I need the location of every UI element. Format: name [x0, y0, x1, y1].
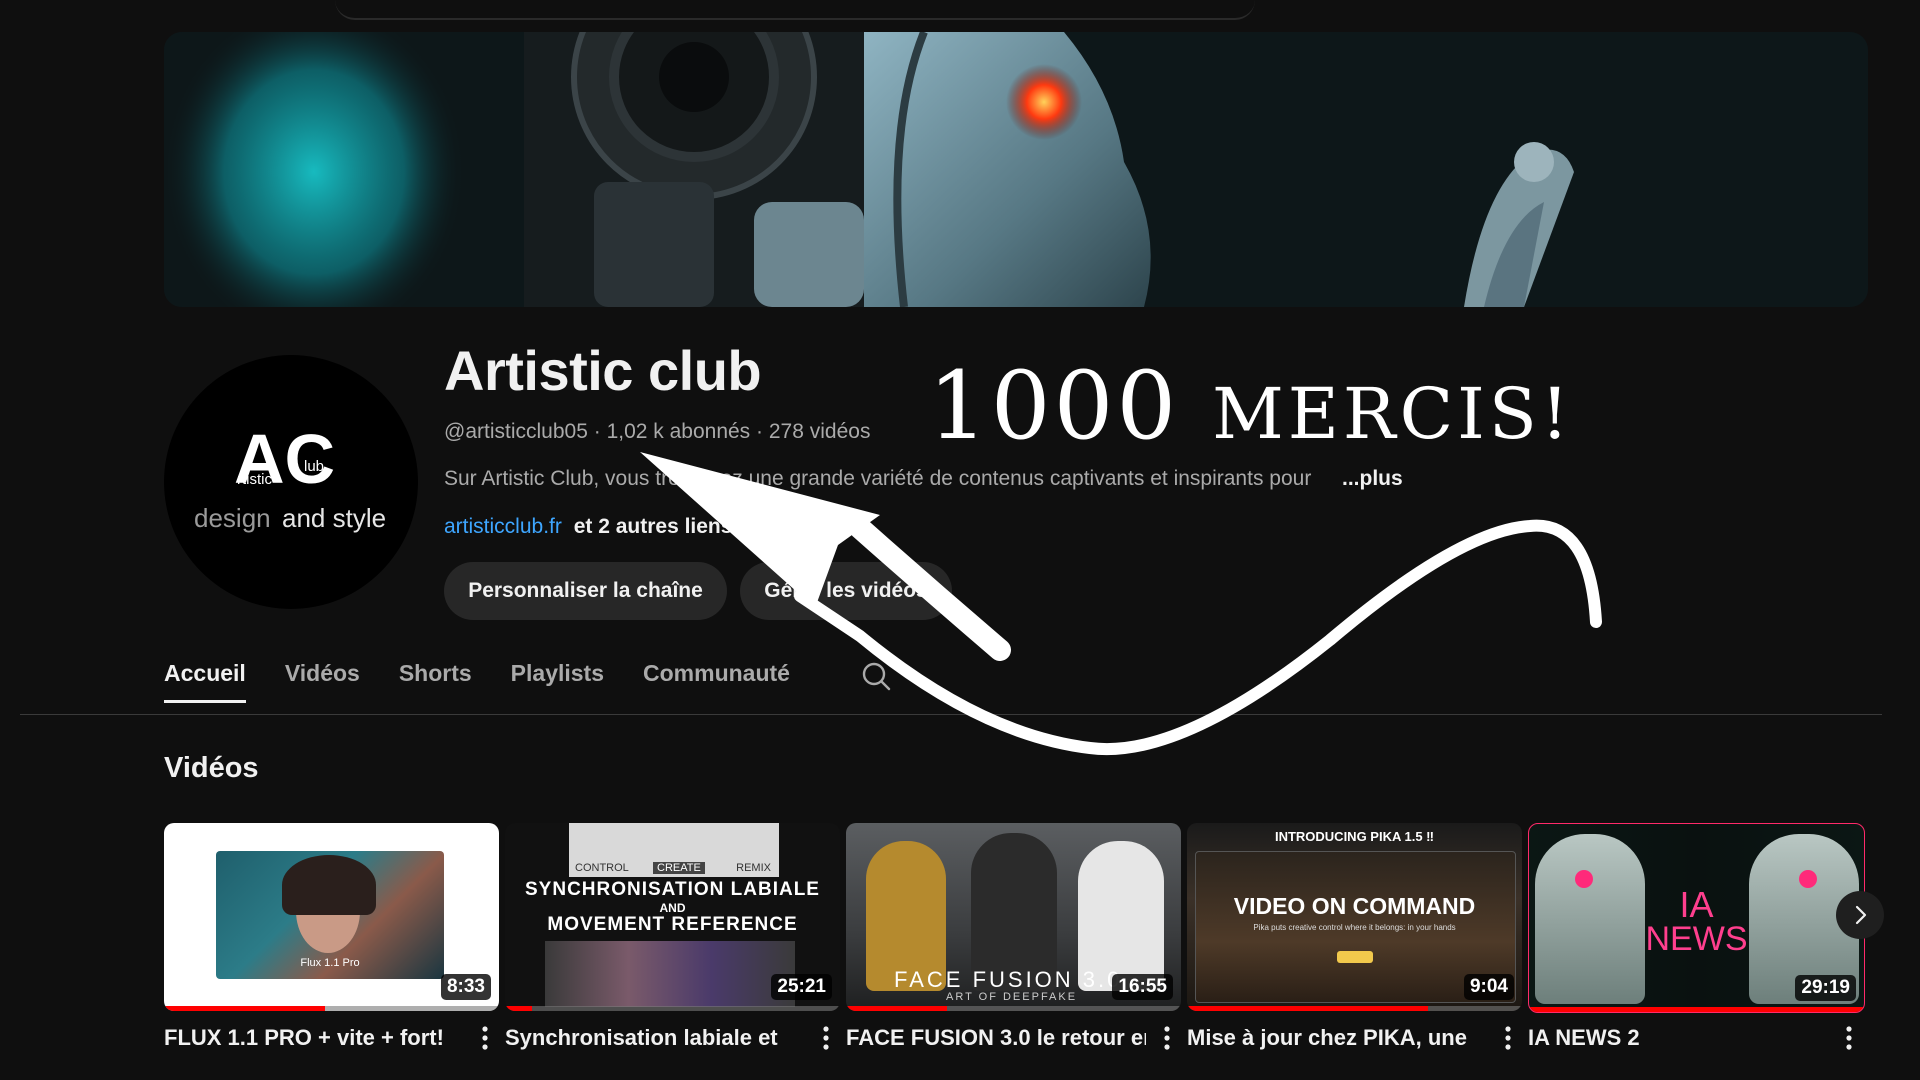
thumbnail-headline: NEWS: [1645, 920, 1748, 958]
avatar-logo-small-2: lub: [304, 458, 324, 475]
avatar-logo-small-1: rtistic: [237, 471, 272, 488]
tabs-divider: [20, 714, 1882, 715]
section-title[interactable]: Vidéos: [164, 752, 259, 785]
channel-avatar[interactable]: AC rtistic lub design and style: [164, 355, 418, 609]
tab-videos[interactable]: Vidéos: [285, 660, 360, 705]
watch-progress-fill: [846, 1006, 947, 1011]
other-links-button[interactable]: et 2 autres liens: [574, 515, 733, 538]
thumbnail-headline: SYNCHRONISATION LABIALE: [525, 879, 820, 900]
video-duration: 25:21: [771, 974, 832, 1000]
watch-progress-fill: [164, 1006, 325, 1011]
channel-banner: [164, 32, 1868, 307]
youtube-channel-page: AC rtistic lub design and style Artistic…: [0, 0, 1920, 1080]
robot-banner-image: [164, 32, 1868, 307]
video-title[interactable]: FACE FUSION 3.0 le retour en: [846, 1025, 1146, 1051]
video-duration: 9:04: [1463, 974, 1514, 1000]
thumbnail-faces: [545, 941, 795, 1007]
watch-progress: [505, 1006, 840, 1011]
avatar-logo-design: design: [194, 503, 271, 533]
channel-website-link[interactable]: artisticclub.fr: [444, 515, 562, 538]
thumbnail-subheadline: Pika puts creative control where it belo…: [1253, 923, 1456, 932]
carousel-next-button[interactable]: [1836, 891, 1884, 939]
channel-handle: @artisticclub05: [444, 420, 588, 443]
video-count: 278 vidéos: [768, 420, 871, 443]
thumbnail-ui-strip: CONTROL CREATE REMIX: [569, 823, 779, 877]
thumbnail-headline: VIDEO ON COMMAND: [1233, 893, 1476, 919]
thumbnail-caption: Flux 1.1 Pro: [300, 957, 360, 969]
overlay-thanks-text: 1000 MERCIS!: [928, 352, 1573, 461]
overlay-word: MERCIS!: [1212, 373, 1573, 455]
channel-tabs: Accueil Vidéos Shorts Playlists Communau…: [164, 660, 790, 716]
description-more-link[interactable]: ...plus: [1312, 467, 1403, 491]
thumbnail-hair: [282, 855, 376, 915]
watch-progress-fill: [505, 1006, 532, 1011]
tab-community[interactable]: Communauté: [643, 660, 790, 705]
video-duration: 8:33: [440, 974, 491, 1000]
customize-channel-button[interactable]: Personnaliser la chaîne: [444, 562, 727, 620]
video-title[interactable]: Mise à jour chez PIKA, une: [1187, 1025, 1487, 1051]
more-vert-icon[interactable]: [1498, 1023, 1518, 1053]
channel-description[interactable]: Sur Artistic Club, vous trouverez une gr…: [444, 467, 1399, 491]
chevron-right-icon: [1855, 905, 1867, 925]
watch-progress: [1187, 1006, 1522, 1011]
watch-progress-fill: [1187, 1006, 1429, 1011]
watch-progress: [164, 1006, 499, 1011]
manage-videos-button[interactable]: Gérer les vidéos: [740, 562, 952, 620]
video-title[interactable]: IA NEWS 2: [1528, 1025, 1828, 1051]
channel-name: Artistic club: [444, 339, 762, 402]
more-vert-icon[interactable]: [816, 1023, 836, 1053]
search-icon[interactable]: [860, 660, 892, 692]
video-duration: 16:55: [1112, 974, 1173, 1000]
channel-meta: @artisticclub05 · 1,02 k abonnés · 278 v…: [444, 420, 870, 444]
thumbnail-headline: INTRODUCING PIKA 1.5 ‼: [1274, 829, 1435, 844]
tab-home[interactable]: Accueil: [164, 660, 246, 705]
video-card[interactable]: Flux 1.1 Pro 8:33 FLUX 1.1 PRO + vite + …: [164, 823, 499, 1050]
watch-progress: [846, 1006, 1181, 1011]
video-title[interactable]: FLUX 1.1 PRO + vite + fort!: [164, 1025, 464, 1051]
overlay-number: 1000: [928, 352, 1180, 461]
more-vert-icon[interactable]: [1839, 1023, 1859, 1053]
video-thumbnail[interactable]: INTRODUCING PIKA 1.5 ‼ VIDEO ON COMMAND …: [1187, 823, 1522, 1011]
video-card[interactable]: INTRODUCING PIKA 1.5 ‼ VIDEO ON COMMAND …: [1187, 823, 1522, 1050]
avatar-logo-and-style: and style: [282, 503, 386, 533]
tab-playlists[interactable]: Playlists: [511, 660, 604, 705]
watch-progress-fill: [1529, 1007, 1864, 1012]
video-card[interactable]: FACE FUSION 3.0 ART OF DEEPFAKE 16:55 FA…: [846, 823, 1181, 1050]
tab-shorts[interactable]: Shorts: [399, 660, 472, 705]
thumbnail-cta: [1337, 951, 1373, 963]
video-card[interactable]: IA NEWS 29:19 IA NEWS 2: [1528, 823, 1865, 1050]
thumbnail-tag: CREATE: [653, 862, 705, 874]
video-card[interactable]: CONTROL CREATE REMIX SYNCHRONISATION LAB…: [505, 823, 840, 1050]
more-vert-icon[interactable]: [1157, 1023, 1177, 1053]
top-search-bar-edge: [335, 0, 1255, 20]
meta-separator: ·: [756, 420, 764, 443]
channel-links: artisticclub.fr et 2 autres liens: [444, 515, 732, 539]
thumbnail-photo: Flux 1.1 Pro: [216, 851, 444, 979]
subscriber-count: 1,02 k abonnés: [606, 420, 751, 443]
thumbnail-headline: MOVEMENT REFERENCE: [547, 914, 798, 935]
thumbnail-tag: REMIX: [736, 862, 771, 874]
video-thumbnail[interactable]: IA NEWS 29:19: [1528, 823, 1865, 1013]
video-thumbnail[interactable]: FACE FUSION 3.0 ART OF DEEPFAKE 16:55: [846, 823, 1181, 1011]
meta-separator: ·: [593, 420, 601, 443]
video-title[interactable]: Synchronisation labiale et: [505, 1025, 805, 1051]
more-vert-icon[interactable]: [475, 1023, 495, 1053]
video-thumbnail[interactable]: Flux 1.1 Pro 8:33: [164, 823, 499, 1011]
thumbnail-tag: CONTROL: [575, 862, 629, 874]
video-duration: 29:19: [1795, 975, 1856, 1001]
watch-progress: [1529, 1007, 1864, 1012]
video-thumbnail[interactable]: CONTROL CREATE REMIX SYNCHRONISATION LAB…: [505, 823, 840, 1011]
thumbnail-headline: AND: [659, 901, 686, 915]
